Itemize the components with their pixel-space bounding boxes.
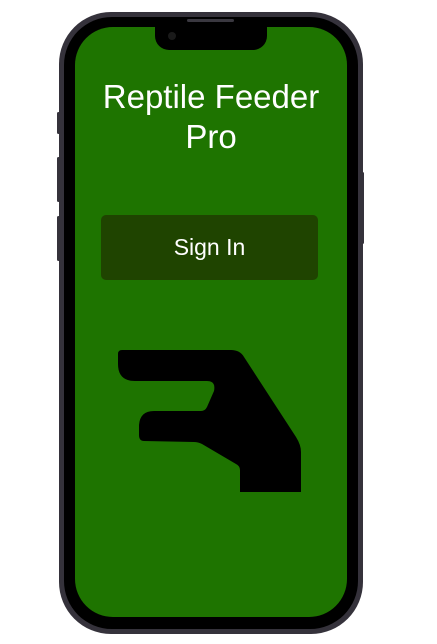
hand-icon (118, 350, 301, 492)
